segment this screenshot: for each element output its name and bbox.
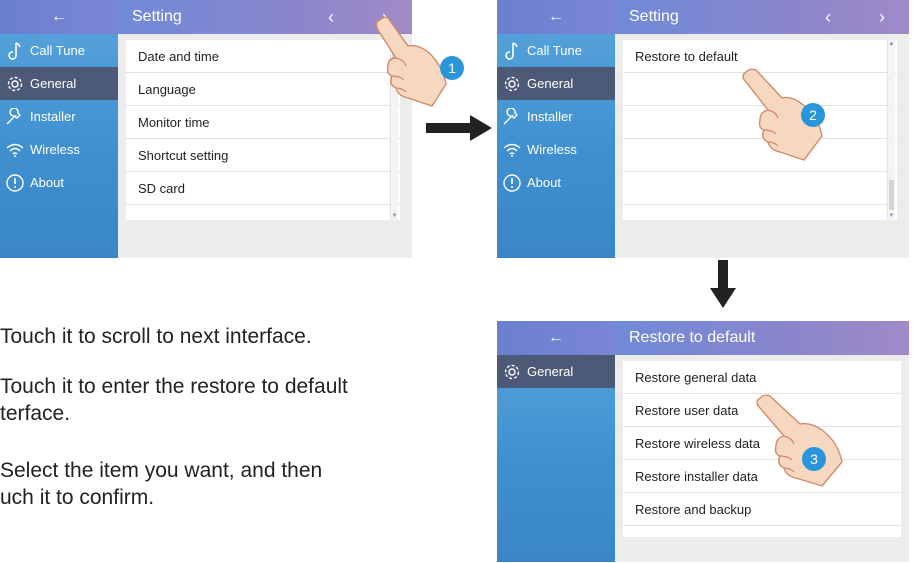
instruction-2a: Touch it to enter the restore to default <box>0 375 348 398</box>
arrow-down-icon <box>710 260 736 308</box>
sidebar-item-general[interactable]: General <box>0 67 118 100</box>
scrollbar[interactable]: ▲ ▼ <box>887 40 895 220</box>
page-title: Setting <box>132 8 182 25</box>
step-badge: 2 <box>801 103 825 127</box>
page-title: Setting <box>629 8 679 25</box>
sidebar-item-label: About <box>30 175 64 190</box>
prev-page-button[interactable]: ‹ <box>801 7 855 28</box>
screen-restore-to-default: ← General Restore to default Restore gen… <box>497 321 909 562</box>
list-item[interactable]: Restore general data <box>623 361 901 394</box>
arrow-right-icon <box>426 115 492 141</box>
sidebar-item-installer[interactable]: Installer <box>0 100 118 133</box>
back-button[interactable]: ← <box>497 0 615 34</box>
sidebar-item-call-tune[interactable]: Call Tune <box>497 34 615 67</box>
list-item[interactable]: Restore and backup <box>623 493 901 526</box>
sidebar-item-general[interactable]: General <box>497 355 615 388</box>
gear-icon <box>0 75 30 93</box>
back-arrow-icon: ← <box>51 8 67 25</box>
step-badge: 1 <box>440 56 464 80</box>
wifi-icon <box>497 142 527 158</box>
sidebar-item-label: General <box>527 76 574 91</box>
header-bar: Setting ‹ › <box>615 0 909 34</box>
prev-page-button[interactable]: ‹ <box>304 7 358 28</box>
back-arrow-icon: ← <box>548 8 564 25</box>
list-item[interactable]: Language <box>126 73 400 106</box>
wifi-icon <box>0 142 30 158</box>
empty-row <box>623 172 897 205</box>
sidebar-item-about[interactable]: About <box>0 166 118 199</box>
settings-list: Date and time Language Monitor time Shor… <box>126 40 400 220</box>
wrench-icon <box>497 107 527 126</box>
instruction-2b: terface. <box>0 402 71 425</box>
header-bar: Restore to default <box>615 321 909 355</box>
back-button[interactable]: ← <box>497 321 615 355</box>
instruction-3a: Select the item you want, and then <box>0 459 323 482</box>
sidebar: ← Call Tune General Installer Wireless A… <box>0 0 118 258</box>
sidebar-item-label: Call Tune <box>30 43 85 58</box>
sidebar-item-label: Installer <box>527 109 573 124</box>
music-note-icon <box>497 41 527 61</box>
page-title: Restore to default <box>629 329 756 346</box>
back-arrow-icon: ← <box>548 329 564 346</box>
list-item[interactable]: Monitor time <box>126 106 400 139</box>
sidebar-item-wireless[interactable]: Wireless <box>497 133 615 166</box>
sidebar-item-installer[interactable]: Installer <box>497 100 615 133</box>
sidebar-item-about[interactable]: About <box>497 166 615 199</box>
sidebar-item-label: Wireless <box>30 142 80 157</box>
screen-setting-general: ← Call Tune General Installer Wireless A… <box>0 0 412 258</box>
sidebar-item-label: Call Tune <box>527 43 582 58</box>
back-button[interactable]: ← <box>0 0 118 34</box>
pointing-hand-icon <box>368 14 448 110</box>
pointing-hand-icon <box>752 392 844 488</box>
info-icon <box>0 173 30 193</box>
sidebar-item-label: Installer <box>30 109 76 124</box>
gear-icon <box>497 75 527 93</box>
sidebar-item-call-tune[interactable]: Call Tune <box>0 34 118 67</box>
sidebar-item-label: Wireless <box>527 142 577 157</box>
sidebar-item-general[interactable]: General <box>497 67 615 100</box>
sidebar-item-label: General <box>527 364 574 379</box>
list-item[interactable]: SD card <box>126 172 400 205</box>
sidebar: ← General <box>497 321 615 562</box>
sidebar-item-label: About <box>527 175 561 190</box>
next-page-button[interactable]: › <box>855 7 909 28</box>
sidebar-item-wireless[interactable]: Wireless <box>0 133 118 166</box>
gear-icon <box>497 363 527 381</box>
step-badge: 3 <box>802 447 826 471</box>
wrench-icon <box>0 107 30 126</box>
screen-setting-restore: ← Call Tune General Installer Wireless A… <box>497 0 909 258</box>
sidebar-item-label: General <box>30 76 77 91</box>
sidebar: ← Call Tune General Installer Wireless A… <box>497 0 615 258</box>
instruction-3b: uch it to confirm. <box>0 486 155 509</box>
info-icon <box>497 173 527 193</box>
music-note-icon <box>0 41 30 61</box>
list-item[interactable]: Date and time <box>126 40 400 73</box>
instruction-1: Touch it to scroll to next interface. <box>0 325 312 348</box>
list-item[interactable]: Shortcut setting <box>126 139 400 172</box>
scroll-thumb[interactable] <box>889 180 894 210</box>
